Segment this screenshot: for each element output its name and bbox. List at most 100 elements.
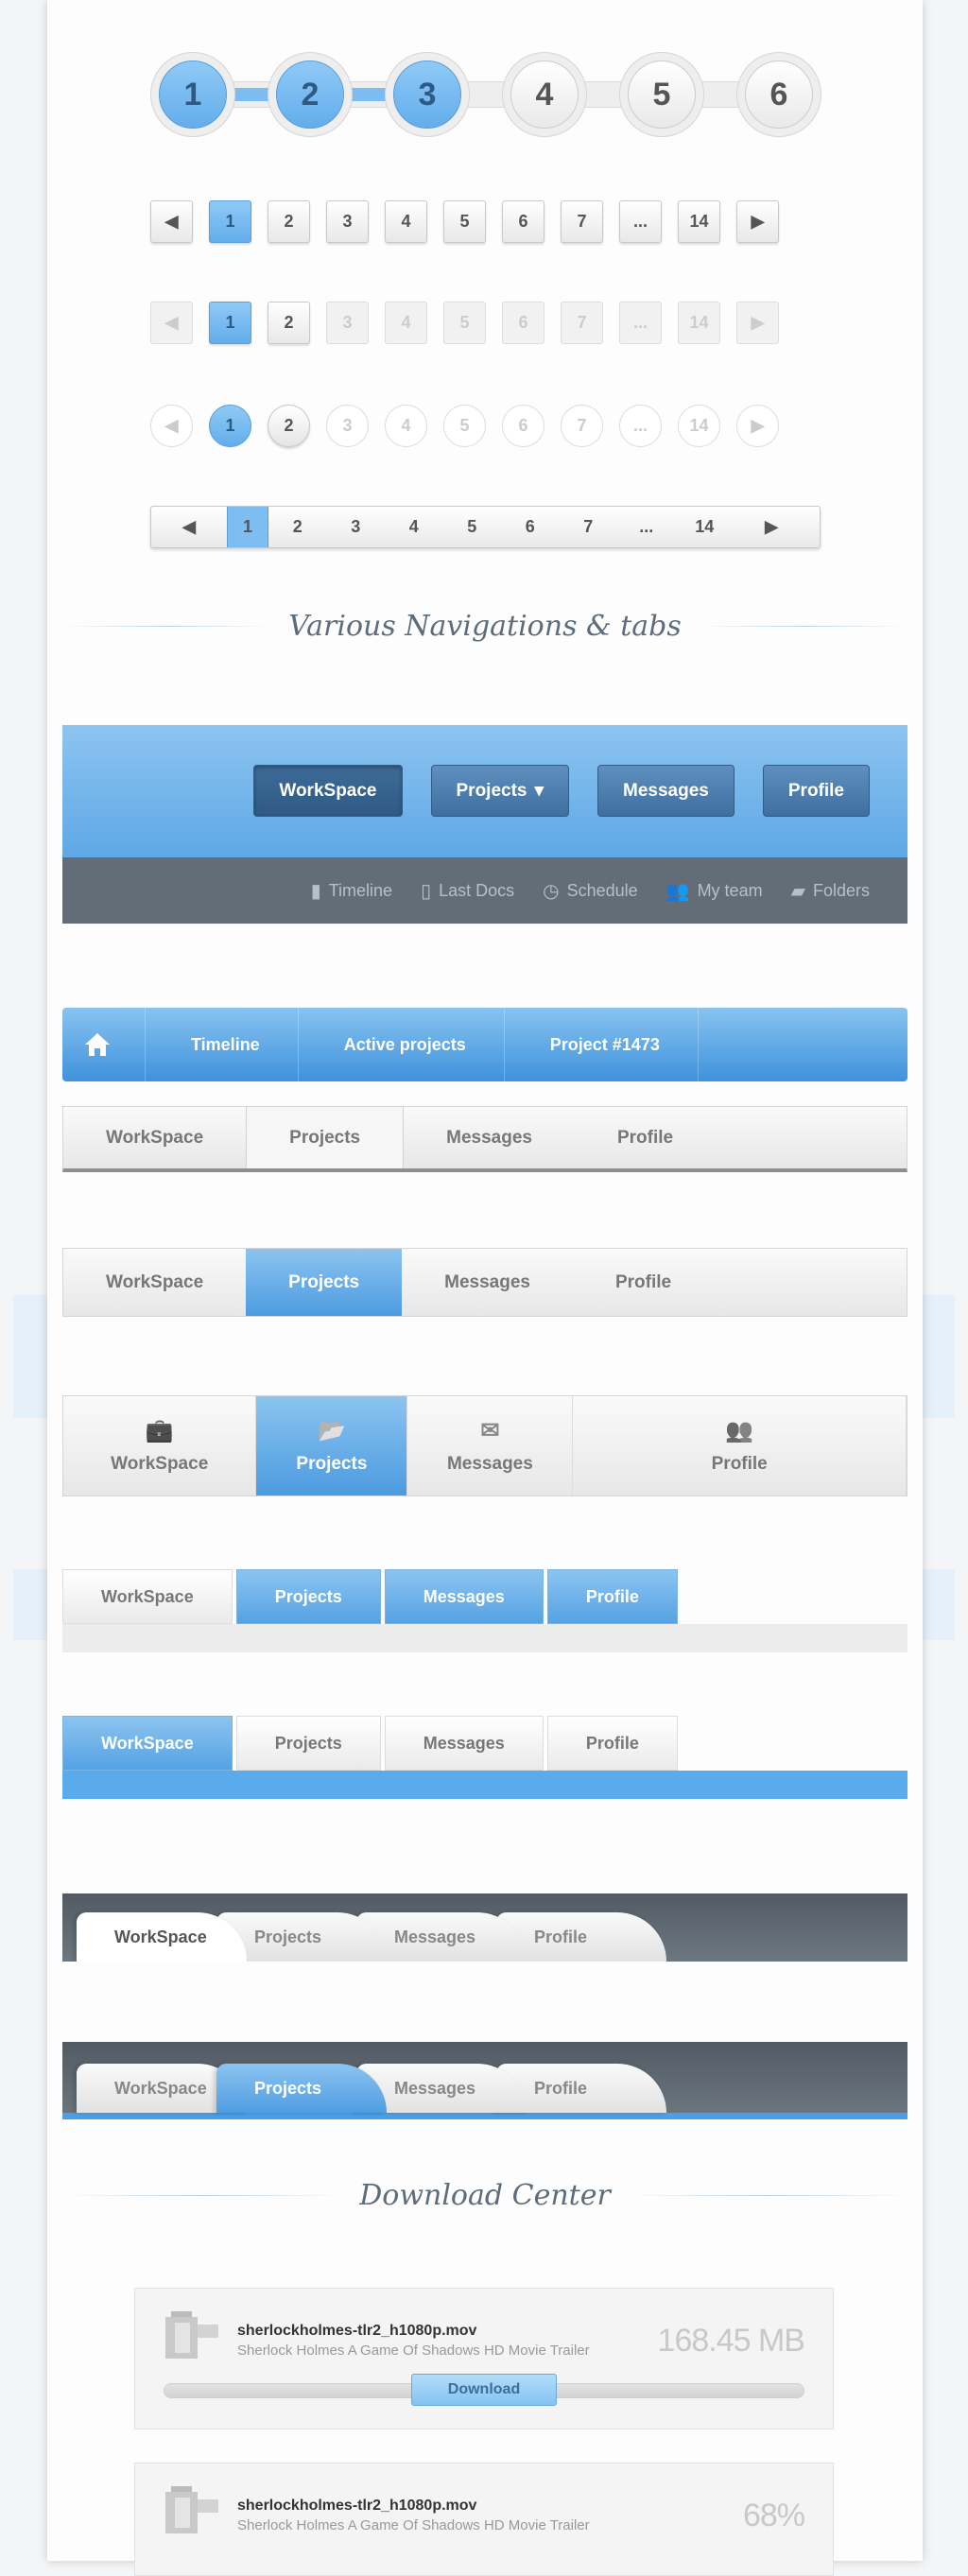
step-progress: 123456: [150, 52, 821, 137]
tab-messages[interactable]: ✉ Messages: [407, 1396, 574, 1495]
tab-workspace[interactable]: 💼 WorkSpace: [63, 1396, 257, 1495]
page-button[interactable]: 5: [443, 302, 486, 344]
page-button[interactable]: 6: [502, 302, 544, 344]
page-button[interactable]: 3: [326, 405, 369, 447]
page-button[interactable]: 6: [501, 507, 560, 547]
subnav-item-folders[interactable]: ▰ Folders: [791, 879, 870, 903]
download-progress: 68%: [742, 2498, 805, 2533]
file-size: 168.45 MB: [657, 2323, 805, 2359]
users-icon: 👥: [725, 1418, 754, 1444]
tab-workspace[interactable]: WorkSpace: [63, 1107, 246, 1168]
page-button[interactable]: 14: [676, 507, 735, 547]
tab-messages[interactable]: Messages: [384, 1569, 544, 1624]
tab-profile[interactable]: Profile: [573, 1249, 714, 1316]
tab-projects[interactable]: Projects: [216, 2064, 387, 2113]
page-button[interactable]: 4: [385, 507, 443, 547]
page-button[interactable]: 7: [561, 302, 603, 344]
nav-button-messages[interactable]: Messages: [597, 765, 735, 817]
tab-profile[interactable]: Profile: [546, 1716, 678, 1771]
tab-workspace[interactable]: WorkSpace: [62, 1569, 233, 1624]
tab-projects[interactable]: Projects: [235, 1569, 381, 1624]
tab-messages[interactable]: Messages: [384, 1716, 544, 1771]
breadcrumb-item[interactable]: Project #1473: [505, 1008, 699, 1081]
tab-label: Messages: [446, 1454, 533, 1474]
step-number: 6: [745, 61, 813, 129]
previous-page-button[interactable]: ◀: [150, 302, 193, 344]
page-button[interactable]: 14: [678, 200, 720, 243]
tab-workspace[interactable]: WorkSpace: [63, 1249, 246, 1316]
page-button[interactable]: ...: [617, 507, 676, 547]
page-button[interactable]: 6: [502, 200, 544, 243]
next-page-button[interactable]: ▶: [734, 507, 809, 547]
page-button[interactable]: 7: [561, 200, 603, 243]
page-button[interactable]: 2: [268, 507, 327, 547]
tab-baseline: [62, 1771, 908, 1799]
step-5[interactable]: 5: [619, 52, 704, 137]
tab-workspace[interactable]: WorkSpace: [77, 1912, 247, 1962]
next-page-button[interactable]: ▶: [736, 302, 779, 344]
film-icon: [165, 2311, 218, 2359]
step-1[interactable]: 1: [150, 52, 235, 137]
page-button[interactable]: 3: [327, 507, 386, 547]
breadcrumb-item[interactable]: Active projects: [299, 1008, 505, 1081]
page-button[interactable]: 1: [209, 302, 251, 344]
page-button[interactable]: 7: [561, 405, 603, 447]
page-button[interactable]: 5: [443, 507, 502, 547]
top-navigation-bar: WorkSpace Projects ▾ Messages Profile: [62, 725, 908, 857]
page-button[interactable]: 4: [385, 200, 427, 243]
previous-page-button[interactable]: ◀: [151, 507, 227, 547]
step-6[interactable]: 6: [736, 52, 821, 137]
tab-projects[interactable]: Projects: [246, 1107, 405, 1168]
tab-profile[interactable]: 👥 Profile: [573, 1396, 907, 1495]
page-button[interactable]: ...: [619, 200, 662, 243]
tab-profile[interactable]: Profile: [546, 1569, 678, 1624]
page-button[interactable]: 7: [560, 507, 618, 547]
tab-projects[interactable]: 📂 Projects: [256, 1396, 408, 1495]
tab-workspace[interactable]: WorkSpace: [62, 1716, 233, 1771]
step-2[interactable]: 2: [268, 52, 353, 137]
folder-icon: ▰: [790, 880, 805, 902]
page-button[interactable]: 3: [326, 302, 369, 344]
subnav-item-schedule[interactable]: ◷ Schedule: [543, 879, 638, 903]
page-button[interactable]: 2: [268, 200, 310, 243]
page-button[interactable]: 2: [268, 405, 310, 447]
tab-projects[interactable]: Projects: [246, 1249, 403, 1316]
page-button[interactable]: 3: [326, 200, 369, 243]
subnav-item-last-docs[interactable]: ▯ Last Docs: [421, 879, 514, 903]
page-button[interactable]: 1: [209, 200, 251, 243]
tab-bar-plain: WorkSpace Projects Messages Profile: [62, 1106, 908, 1172]
previous-page-button[interactable]: ◀: [150, 405, 193, 447]
page-button[interactable]: 1: [209, 405, 251, 447]
subnav-item-timeline[interactable]: ▮ Timeline: [311, 879, 392, 903]
subnav-item-my-team[interactable]: 👥 My team: [666, 879, 763, 903]
nav-button-projects[interactable]: Projects ▾: [430, 765, 570, 817]
pagination-round: ◀ 1 2 3 4 5 6 7... 14 ▶: [150, 405, 779, 447]
previous-page-button[interactable]: ◀: [150, 200, 193, 243]
page-button[interactable]: 5: [443, 405, 486, 447]
pagination-square: ◀ 1 2 3 4 5 6 7... 14 ▶: [150, 200, 779, 243]
breadcrumb-home[interactable]: [62, 1008, 146, 1081]
next-page-button[interactable]: ▶: [736, 200, 779, 243]
page-button[interactable]: 6: [502, 405, 544, 447]
page-button[interactable]: 14: [678, 405, 720, 447]
page-button[interactable]: 1: [227, 507, 268, 547]
download-button[interactable]: Download: [411, 2374, 557, 2406]
download-card: sherlockholmes-tlr2_h1080p.mov Sherlock …: [134, 2288, 834, 2429]
page-button[interactable]: 4: [385, 302, 427, 344]
nav-button-workspace[interactable]: WorkSpace: [253, 765, 403, 817]
tab-projects[interactable]: Projects: [235, 1716, 381, 1771]
tab-messages[interactable]: Messages: [404, 1107, 575, 1168]
page-button[interactable]: ...: [619, 302, 662, 344]
step-4[interactable]: 4: [502, 52, 587, 137]
page-button[interactable]: 5: [443, 200, 486, 243]
page-button[interactable]: ...: [619, 405, 662, 447]
tab-profile[interactable]: Profile: [575, 1107, 716, 1168]
page-button[interactable]: 2: [268, 302, 310, 344]
breadcrumb-item[interactable]: Timeline: [146, 1008, 299, 1081]
page-button[interactable]: 14: [678, 302, 720, 344]
nav-button-profile[interactable]: Profile: [762, 765, 870, 817]
step-3[interactable]: 3: [385, 52, 470, 137]
tab-messages[interactable]: Messages: [402, 1249, 573, 1316]
page-button[interactable]: 4: [385, 405, 427, 447]
next-page-button[interactable]: ▶: [736, 405, 779, 447]
